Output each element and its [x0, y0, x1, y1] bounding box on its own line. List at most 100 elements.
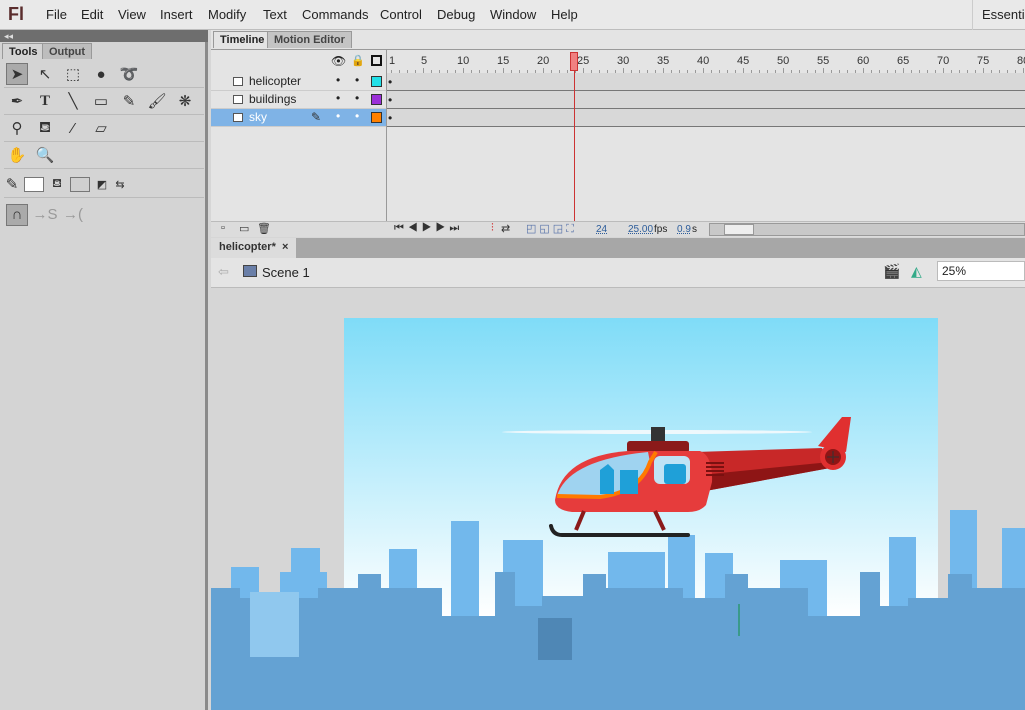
tool-row: ⚲ ⛾ ⁄ ▱	[4, 115, 204, 142]
menu-edit[interactable]: Edit	[81, 7, 103, 22]
timeline-controls: ▫ ▭ 🗑 ⏮◀▶▶⏭ ⫶ ⇄ ◰◱◲⛶ 24 25.00 fps 0.9 s	[211, 221, 1025, 237]
menu-window[interactable]: Window	[490, 7, 536, 22]
tab-tools[interactable]: Tools	[2, 43, 45, 59]
deco-tool-icon[interactable]: ❋	[174, 90, 196, 112]
visibility-dot[interactable]: •	[336, 73, 340, 87]
text-tool-icon[interactable]: T	[34, 90, 56, 112]
frames-sky[interactable]: •	[387, 109, 1025, 127]
pen-tool-icon[interactable]: ✒	[6, 90, 28, 112]
frame-label: 50	[777, 55, 790, 67]
pencil-tool-icon[interactable]: ✎	[118, 90, 140, 112]
timeline-scrollbar[interactable]	[709, 223, 1025, 236]
menu-view[interactable]: View	[118, 7, 146, 22]
frame-label: 15	[497, 55, 510, 67]
frame-ruler[interactable]: 15101520253035404550556065707580	[387, 50, 1025, 73]
layer-name: buildings	[249, 92, 297, 106]
edit-symbols-icon[interactable]: ◭	[911, 263, 922, 280]
delete-layer-icon[interactable]: 🗑	[257, 222, 271, 235]
eyedropper-tool-icon[interactable]: ⁄	[62, 117, 84, 139]
rectangle-tool-icon[interactable]: ▭	[90, 90, 112, 112]
show-hide-all-icon[interactable]: 👁	[331, 54, 346, 68]
loop-icon[interactable]: ⇄	[501, 222, 510, 235]
layer-name: helicopter	[249, 74, 302, 88]
eraser-tool-icon[interactable]: ▱	[90, 117, 112, 139]
scene-name[interactable]: Scene 1	[262, 265, 310, 280]
line-tool-icon[interactable]: ╲	[62, 90, 84, 112]
pencil-edit-icon: ✎	[311, 110, 322, 124]
menu-commands[interactable]: Commands	[302, 7, 368, 22]
elapsed-time[interactable]: 0.9	[677, 224, 691, 235]
back-arrow-icon[interactable]: ⇦	[218, 264, 229, 280]
hand-tool-icon[interactable]: ✋	[6, 144, 28, 166]
frame-label: 1	[389, 55, 396, 67]
zoom-field[interactable]: 25%	[937, 261, 1025, 281]
stroke-color-swatch[interactable]	[24, 176, 44, 192]
frame-rate[interactable]: 25.00	[628, 224, 653, 235]
document-tabs: helicopter* ×	[211, 238, 1025, 258]
zoom-tool-icon[interactable]: 🔍	[34, 144, 56, 166]
onion-skin-icons[interactable]: ◰◱◲⛶	[526, 222, 577, 236]
menu-text[interactable]: Text	[263, 7, 287, 22]
tab-timeline[interactable]: Timeline	[213, 31, 272, 48]
visibility-dot[interactable]: •	[336, 109, 340, 123]
stroke-color-icon: ✎	[5, 176, 19, 193]
layer-buildings[interactable]: buildings • •	[211, 91, 386, 109]
menu-control[interactable]: Control	[380, 7, 422, 22]
frames-buildings[interactable]: •	[387, 91, 1025, 109]
frames-helicopter[interactable]: •	[387, 73, 1025, 91]
smooth-icon[interactable]: →S	[33, 204, 58, 226]
lock-dot[interactable]: •	[355, 109, 359, 123]
collapse-panel-button[interactable]: ◂◂	[0, 30, 208, 42]
outline-all-icon[interactable]	[371, 55, 382, 66]
default-colors-icon[interactable]: ◩	[96, 173, 108, 195]
visibility-dot[interactable]: •	[336, 91, 340, 105]
3d-rotation-tool-icon[interactable]: ●	[90, 63, 112, 85]
tab-motion-editor[interactable]: Motion Editor	[267, 31, 352, 48]
playhead[interactable]	[570, 52, 578, 71]
playhead-line	[574, 71, 575, 221]
menu-modify[interactable]: Modify	[208, 7, 246, 22]
paint-bucket-tool-icon[interactable]: ⛾	[34, 117, 56, 139]
outline-color-swatch[interactable]	[371, 76, 382, 87]
swap-colors-icon[interactable]: ⇆	[114, 173, 126, 195]
tab-output[interactable]: Output	[42, 43, 93, 59]
outline-color-swatch[interactable]	[371, 94, 382, 105]
edit-scene-icon[interactable]: 🎬	[883, 263, 900, 280]
fill-color-swatch[interactable]	[70, 176, 90, 192]
lock-dot[interactable]: •	[355, 91, 359, 105]
lock-all-icon[interactable]: 🔒	[351, 54, 365, 67]
fps-unit: fps	[654, 224, 668, 235]
tool-row: ➤ ↖ ⬚ ● ➰	[4, 61, 204, 88]
playback-controls[interactable]: ⏮◀▶▶⏭	[394, 222, 463, 235]
menu-file[interactable]: File	[46, 7, 67, 22]
workspace-switcher[interactable]: Essential	[972, 0, 1025, 30]
new-folder-icon[interactable]: ▭	[239, 222, 249, 235]
center-frame-icon[interactable]: ⫶	[491, 222, 494, 235]
frame-label: 30	[617, 55, 630, 67]
menu-help[interactable]: Help	[551, 7, 578, 22]
scrollbar-thumb[interactable]	[724, 224, 754, 235]
subselection-tool-icon[interactable]: ↖	[34, 63, 56, 85]
menu-debug[interactable]: Debug	[437, 7, 475, 22]
outline-color-swatch[interactable]	[371, 112, 382, 123]
straighten-icon[interactable]: →(	[62, 204, 84, 226]
brush-tool-icon[interactable]: 🖌	[146, 90, 168, 112]
bone-tool-icon[interactable]: ⚲	[6, 117, 28, 139]
options-row: ∩ →S →(	[4, 201, 204, 228]
snap-to-objects-icon[interactable]: ∩	[6, 203, 28, 226]
stage-area[interactable]	[211, 288, 1025, 710]
new-layer-icon[interactable]: ▫	[221, 222, 225, 234]
close-tab-icon[interactable]: ×	[282, 241, 288, 253]
lock-dot[interactable]: •	[355, 73, 359, 87]
document-tab[interactable]: helicopter* ×	[211, 238, 297, 258]
frame-label: 5	[421, 55, 428, 67]
layer-sky[interactable]: sky ✎ • •	[211, 109, 386, 127]
frame-label: 40	[697, 55, 710, 67]
menu-insert[interactable]: Insert	[160, 7, 193, 22]
current-frame[interactable]: 24	[596, 224, 607, 235]
free-transform-tool-icon[interactable]: ⬚	[62, 63, 84, 85]
lasso-tool-icon[interactable]: ➰	[118, 63, 140, 85]
tool-row: ✋ 🔍	[4, 142, 204, 169]
selection-tool-icon[interactable]: ➤	[6, 63, 28, 85]
layer-helicopter[interactable]: helicopter • •	[211, 73, 386, 91]
